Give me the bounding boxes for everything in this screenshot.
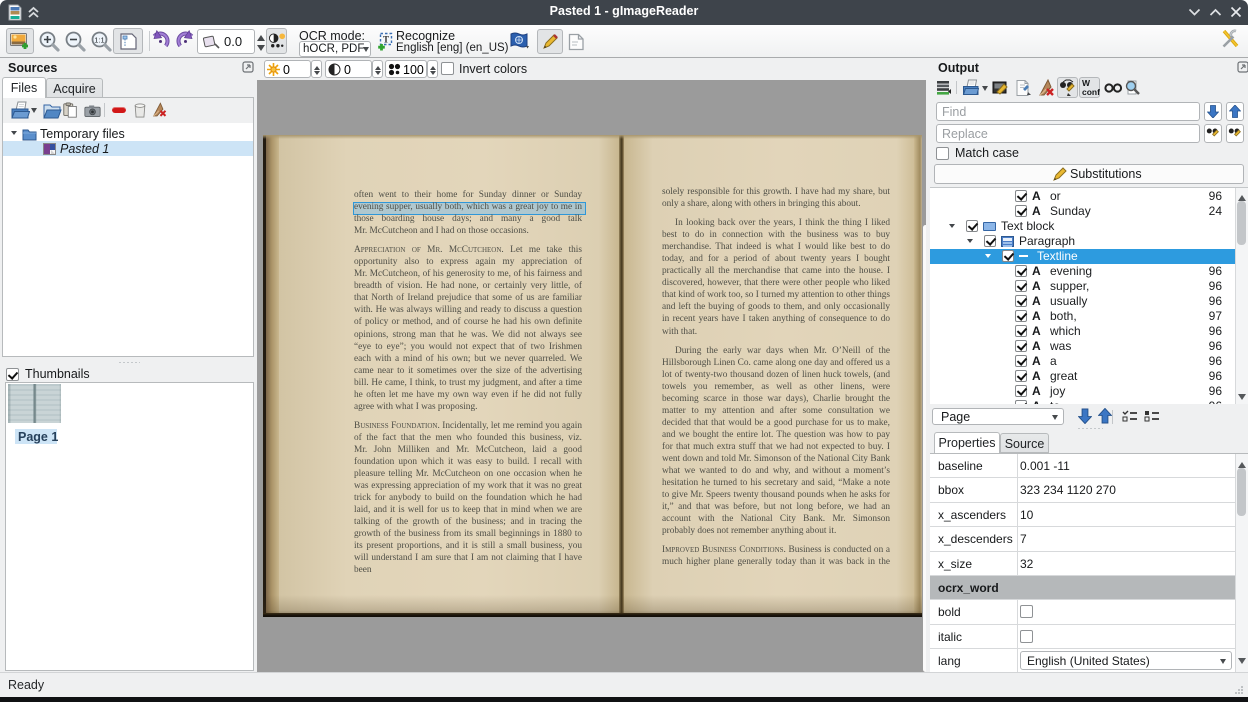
svg-text:1:1: 1:1	[94, 35, 104, 44]
svg-text:T: T	[383, 35, 389, 45]
